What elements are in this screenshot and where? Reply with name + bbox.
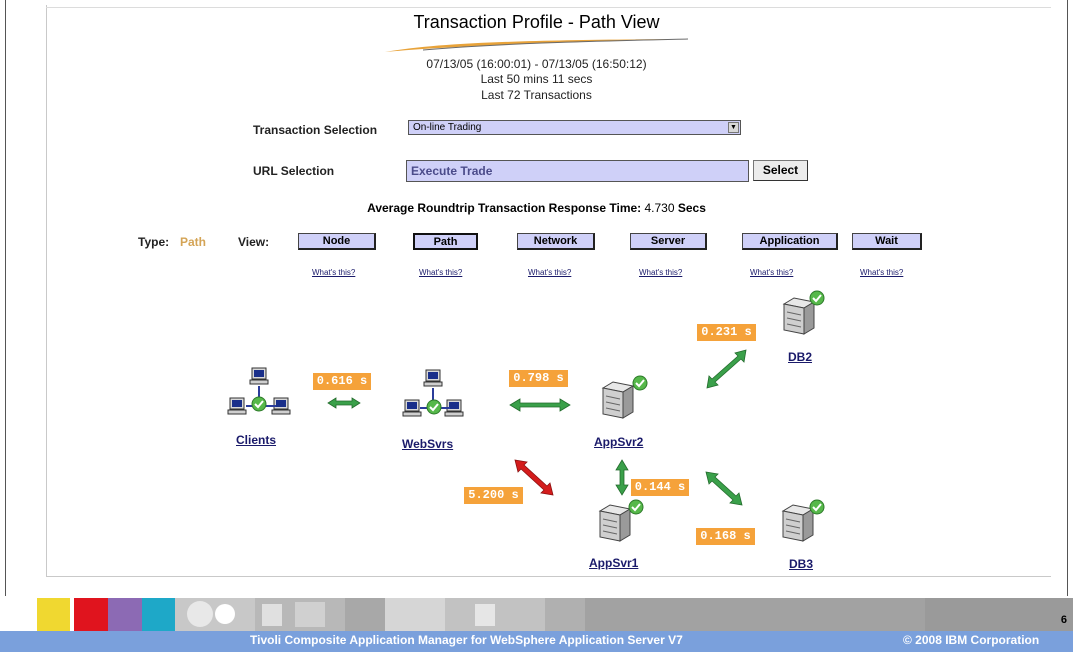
time-appsvr2-appsvr1: 0.144 s xyxy=(631,479,689,496)
arrow-appsvr2-appsvr1 xyxy=(615,459,629,496)
clients-network-icon[interactable] xyxy=(227,367,291,415)
arrow-websvrs-appsvr2 xyxy=(509,398,571,412)
node-label-appsvr2[interactable]: AppSvr2 xyxy=(594,435,643,449)
node-label-db3[interactable]: DB3 xyxy=(789,557,813,571)
node-label-db2[interactable]: DB2 xyxy=(788,350,812,364)
websvrs-network-icon[interactable] xyxy=(402,369,464,417)
arrow-appsvr2-db2 xyxy=(706,349,747,389)
footer-color-strip xyxy=(0,598,1073,631)
footer-copyright: © 2008 IBM Corporation xyxy=(903,633,1040,647)
node-label-appsvr1[interactable]: AppSvr1 xyxy=(589,556,638,570)
topology-diagram xyxy=(227,290,825,542)
node-label-websvrs[interactable]: WebSvrs xyxy=(402,437,453,451)
time-websvrs-appsvr1: 5.200 s xyxy=(464,487,523,504)
time-appsvr2-db3: 0.168 s xyxy=(696,528,755,545)
arrow-clients-websvrs xyxy=(327,397,361,409)
time-appsvr2-db2: 0.231 s xyxy=(697,324,756,341)
arrow-appsvr2-db3 xyxy=(705,471,743,506)
db3-server-icon[interactable] xyxy=(782,499,825,542)
page-number: 6 xyxy=(1060,614,1067,626)
node-label-clients[interactable]: Clients xyxy=(236,433,276,447)
appsvr2-server-icon[interactable] xyxy=(602,375,648,419)
footer-product: Tivoli Composite Application Manager for… xyxy=(250,633,683,647)
time-websvrs-appsvr2: 0.798 s xyxy=(509,370,568,387)
appsvr1-server-icon[interactable] xyxy=(599,499,644,542)
time-clients-websvrs: 0.616 s xyxy=(313,373,371,390)
db2-server-icon[interactable] xyxy=(783,290,825,335)
